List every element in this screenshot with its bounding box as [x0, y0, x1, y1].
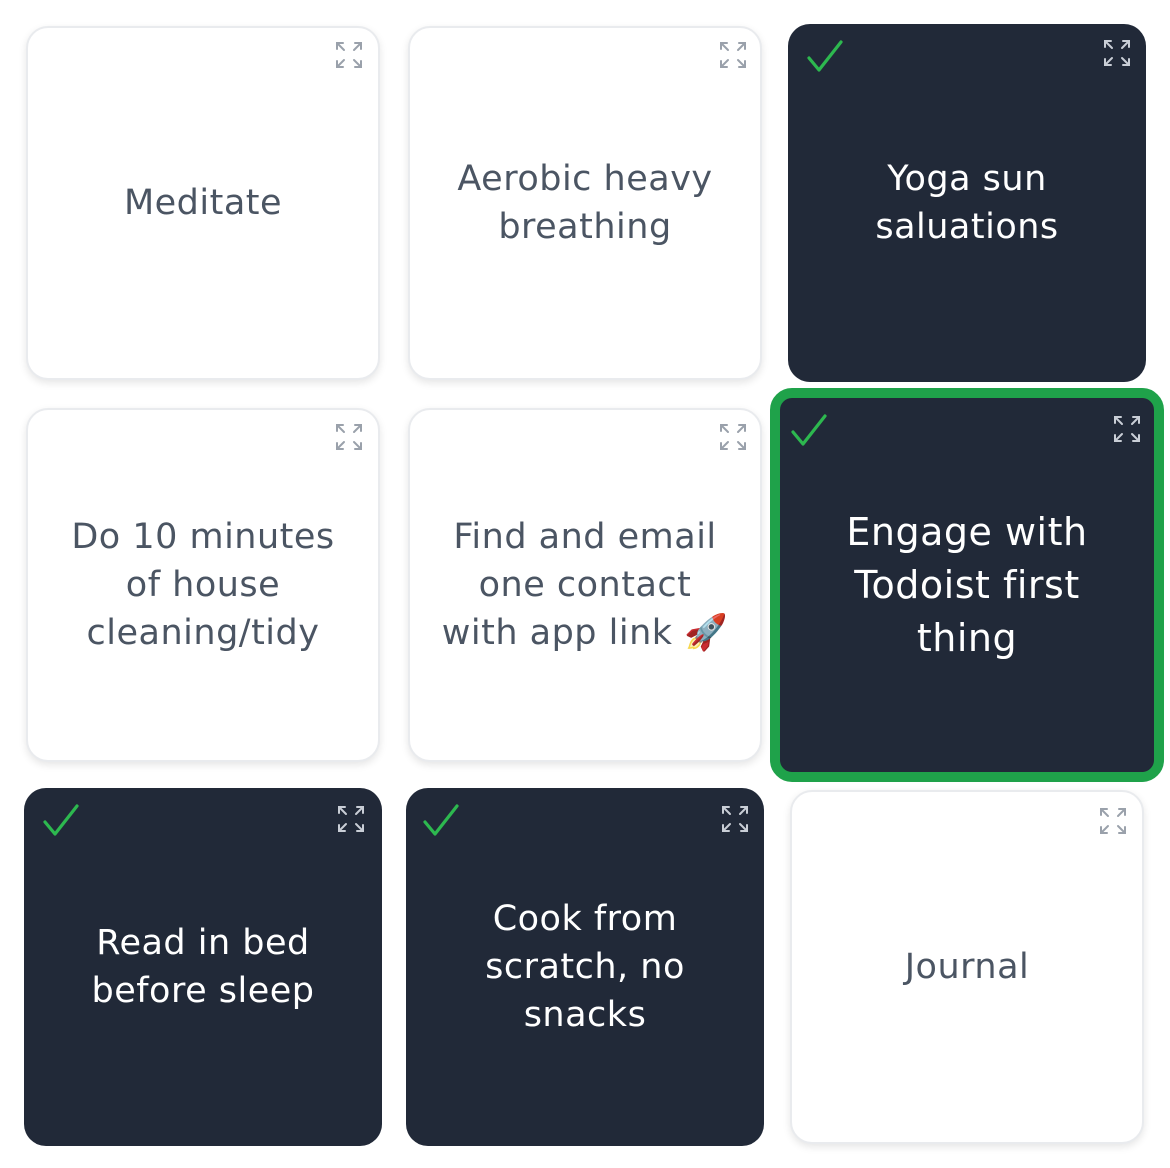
tile-read-in-bed[interactable]: Read in bed before sleep [24, 788, 382, 1146]
tile-label: Do 10 minutes of house cleaning/tidy [71, 517, 335, 653]
tile-yoga-sun-saluations[interactable]: Yoga sun saluations [788, 24, 1146, 382]
tile-label: Find and email one contact with app link… [441, 517, 729, 653]
tile-label: Yoga sun saluations [875, 159, 1059, 247]
tile-label: Aerobic heavy breathing [457, 159, 713, 247]
expand-icon[interactable] [720, 804, 750, 834]
tile-house-cleaning[interactable]: Do 10 minutes of house cleaning/tidy [26, 408, 380, 762]
tile-aerobic-heavy-breathing[interactable]: Aerobic heavy breathing [408, 26, 762, 380]
expand-icon[interactable] [1098, 806, 1128, 836]
tile-label: Engage with Todoist first thing [846, 509, 1088, 660]
expand-icon[interactable] [1102, 38, 1132, 68]
tile-label: Meditate [123, 183, 283, 223]
expand-icon[interactable] [336, 804, 366, 834]
habit-grid: Meditate Aerobic heavy breathing Yoga su… [0, 0, 1170, 1168]
check-icon [790, 412, 828, 450]
tile-label: Read in bed before sleep [91, 923, 315, 1011]
tile-find-and-email-contact[interactable]: Find and email one contact with app link… [408, 408, 762, 762]
expand-icon[interactable] [334, 40, 364, 70]
expand-icon[interactable] [334, 422, 364, 452]
expand-icon[interactable] [718, 40, 748, 70]
check-icon [806, 38, 844, 76]
expand-icon[interactable] [1112, 414, 1142, 444]
check-icon [42, 802, 80, 840]
check-icon [422, 802, 460, 840]
tile-cook-from-scratch[interactable]: Cook from scratch, no snacks [406, 788, 764, 1146]
tile-label: Cook from scratch, no snacks [485, 899, 685, 1035]
tile-engage-with-todoist[interactable]: Engage with Todoist first thing [770, 388, 1164, 782]
tile-label: Journal [904, 947, 1030, 987]
tile-journal[interactable]: Journal [790, 790, 1144, 1144]
tile-meditate[interactable]: Meditate [26, 26, 380, 380]
expand-icon[interactable] [718, 422, 748, 452]
